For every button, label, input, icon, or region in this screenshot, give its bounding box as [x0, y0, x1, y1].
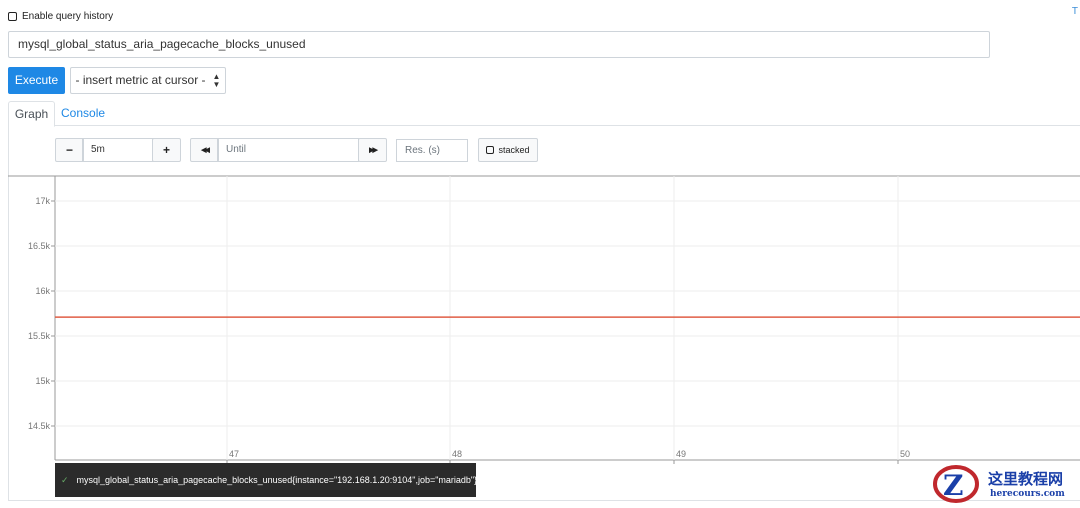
y-tick-label: 16k: [35, 286, 50, 296]
y-tick-label: 14.5k: [28, 421, 51, 431]
query-history-checkbox[interactable]: [8, 12, 17, 21]
tab-console[interactable]: Console: [61, 101, 105, 125]
range-decrease-button[interactable]: −: [55, 138, 84, 162]
watermark-title: 这里教程网: [988, 470, 1064, 488]
graph-legend[interactable]: ✓ mysql_global_status_aria_pagecache_blo…: [55, 463, 478, 497]
resolution-input[interactable]: Res. (s): [396, 139, 468, 162]
insert-metric-label: - insert metric at cursor -: [75, 73, 206, 87]
range-increase-button[interactable]: +: [152, 138, 181, 162]
x-tick-label: 47: [229, 449, 239, 459]
x-tick-label: 50: [900, 449, 910, 459]
range-input[interactable]: 5m: [82, 138, 154, 162]
legend-check-icon: ✓: [61, 474, 69, 485]
fast-forward-icon: ▶▶: [369, 147, 378, 154]
y-tick-label: 15.5k: [28, 331, 51, 341]
expression-input[interactable]: mysql_global_status_aria_pagecache_block…: [8, 31, 990, 58]
time-forward-button[interactable]: ▶▶: [358, 138, 387, 162]
until-input[interactable]: Until: [217, 138, 359, 162]
execute-button[interactable]: Execute: [8, 67, 65, 94]
y-tick-label: 16.5k: [28, 241, 51, 251]
tabs-divider: [8, 125, 1080, 126]
y-tick-label: 17k: [35, 196, 50, 206]
enable-query-history[interactable]: Enable query history: [8, 11, 113, 22]
watermark-url: herecours.com: [990, 489, 1065, 499]
top-right-link[interactable]: T: [1072, 6, 1078, 17]
svg-text:Z: Z: [943, 469, 963, 502]
stacked-checkbox-icon: [486, 146, 495, 154]
stacked-label: stacked: [498, 145, 530, 155]
x-tick-label: 48: [452, 449, 462, 459]
panel-border-bottom: [8, 500, 1080, 501]
tab-graph[interactable]: Graph: [8, 101, 55, 127]
rewind-icon: ◀◀: [201, 147, 210, 154]
select-updown-icon: ▲ ▼: [212, 71, 221, 89]
insert-metric-select[interactable]: - insert metric at cursor - ▲ ▼: [70, 67, 226, 94]
time-back-button[interactable]: ◀◀: [190, 138, 219, 162]
y-tick-label: 15k: [35, 376, 50, 386]
x-tick-label: 49: [676, 449, 686, 459]
graph-chart: 17k 16.5k 16k 15.5k 15k 14.5k 47 48 49 50: [8, 175, 1080, 464]
legend-series-label[interactable]: mysql_global_status_aria_pagecache_block…: [77, 475, 478, 485]
query-history-label: Enable query history: [22, 11, 114, 22]
stacked-button[interactable]: stacked: [478, 138, 538, 162]
